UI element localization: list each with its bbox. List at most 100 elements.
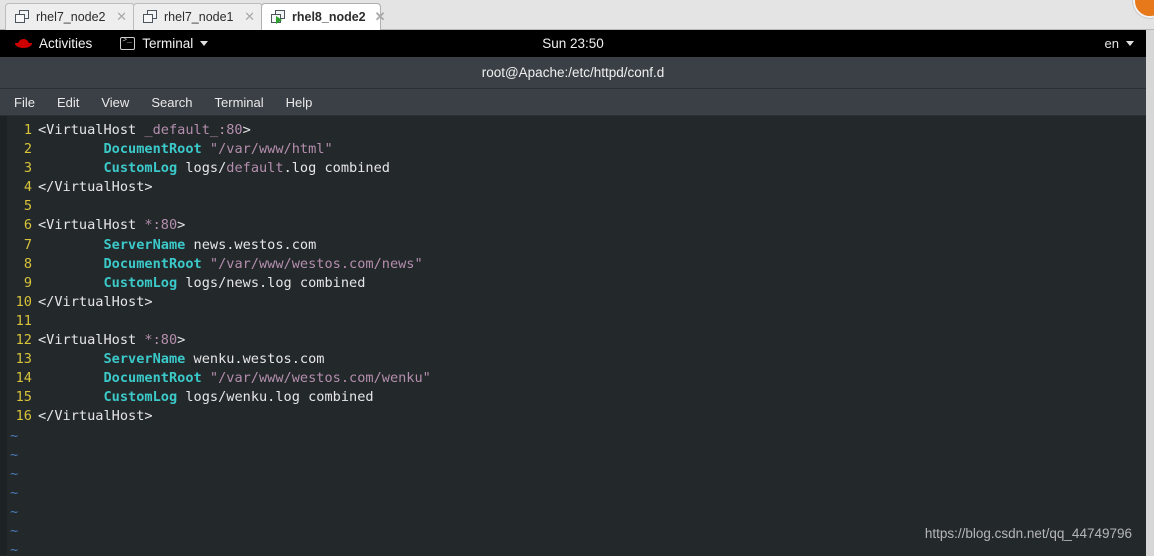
gnome-top-bar-right[interactable]: en xyxy=(1105,36,1134,51)
vm-tab-rhel8_node2[interactable]: rhel8_node2 ✕ xyxy=(261,3,386,30)
activities-button[interactable]: Activities xyxy=(9,34,98,53)
vm-icon xyxy=(143,10,158,24)
vim-token-addr: *:80 xyxy=(144,332,178,349)
vim-line: 2 DocumentRoot "/var/www/html" xyxy=(0,140,1146,159)
vim-line: 12 <VirtualHost *:80> xyxy=(0,331,1146,350)
vim-line: 14 DocumentRoot "/var/www/westos.com/wen… xyxy=(0,369,1146,388)
vm-tab-rhel7_node1[interactable]: rhel7_node1 ✕ xyxy=(133,3,263,30)
close-icon[interactable]: ✕ xyxy=(115,10,129,24)
vim-token-plain: logs/ xyxy=(177,160,227,177)
menu-item-search[interactable]: Search xyxy=(140,95,203,110)
vim-token-str: default xyxy=(226,160,284,177)
menu-item-terminal[interactable]: Terminal xyxy=(204,95,275,110)
vim-token-plain xyxy=(202,370,210,386)
vim-line: 11 xyxy=(0,312,1146,331)
vim-token-plain: logs/news.log combined xyxy=(177,274,366,291)
vim-token-plain: news.westos.com xyxy=(185,236,317,253)
vim-empty-line: ~ xyxy=(0,446,1146,465)
vm-tab-rhel7_node2[interactable]: rhel7_node2 ✕ xyxy=(5,3,135,30)
vim-token-plain xyxy=(38,256,103,272)
screen-root: rhel7_node2 ✕ rhel7_node1 ✕ rhel8_node2 … xyxy=(0,0,1154,556)
vim-token-tag: > xyxy=(177,217,186,234)
vim-line: 10 </VirtualHost> xyxy=(0,293,1146,312)
vim-token-addr: *:80 xyxy=(144,217,178,234)
vim-token-tag: > xyxy=(242,122,251,138)
vim-token-dir: CustomLog xyxy=(103,274,178,291)
vim-line: 15 CustomLog logs/wenku.log combined xyxy=(0,388,1146,407)
menu-item-view[interactable]: View xyxy=(90,95,140,110)
vim-line: 9 CustomLog logs/news.log combined xyxy=(0,274,1146,293)
vim-token-plain xyxy=(38,370,103,386)
vim-token-plain: .log combined xyxy=(283,160,390,177)
menu-bar: File Edit View Search Terminal Help xyxy=(0,89,1146,116)
editor-left-strip xyxy=(0,116,7,555)
vim-token-tag: <VirtualHost xyxy=(38,217,145,234)
vim-token-dir: ServerName xyxy=(103,351,186,368)
vim-token-tag: <VirtualHost xyxy=(38,332,145,349)
vim-token-plain xyxy=(38,275,103,291)
vim-token-plain: wenku.westos.com xyxy=(185,351,325,368)
vim-token-tag: <VirtualHost xyxy=(38,122,145,138)
vim-line: 13 ServerName wenku.westos.com xyxy=(0,350,1146,369)
close-icon[interactable]: ✕ xyxy=(243,10,257,24)
vim-token-dir: CustomLog xyxy=(103,389,178,406)
vim-token-tag: </VirtualHost> xyxy=(38,179,153,196)
vim-token-tag: </VirtualHost> xyxy=(38,408,153,425)
vim-token-str: "/var/www/html" xyxy=(209,141,333,158)
terminal-window: root@Apache:/etc/httpd/conf.d File Edit … xyxy=(0,57,1146,556)
vm-tab-label: rhel7_node2 xyxy=(36,10,106,24)
window-right-edge xyxy=(1146,30,1154,556)
app-menu-terminal[interactable]: Terminal xyxy=(120,36,209,51)
vm-icon-running xyxy=(271,10,286,24)
corner-button-region xyxy=(1124,0,1154,30)
vim-empty-line: ~ xyxy=(0,427,1146,446)
vim-line: 3 CustomLog logs/default.log combined xyxy=(0,159,1146,178)
vim-line: 4 </VirtualHost> xyxy=(0,178,1146,197)
vim-empty-line: ~ xyxy=(0,503,1146,522)
watermark: https://blog.csdn.net/qq_44749796 xyxy=(924,525,1132,541)
vim-token-dir: ServerName xyxy=(103,236,186,253)
menu-item-file[interactable]: File xyxy=(12,95,46,110)
vim-token-tag: </VirtualHost> xyxy=(38,293,153,310)
chevron-down-icon xyxy=(1126,41,1134,46)
vim-token-dir: DocumentRoot xyxy=(103,141,202,158)
vim-token-dir: DocumentRoot xyxy=(103,255,202,272)
redhat-logo-icon xyxy=(15,37,32,50)
vm-tab-strip: rhel7_node2 ✕ rhel7_node1 ✕ rhel8_node2 … xyxy=(0,0,1154,30)
vm-tab-label: rhel8_node2 xyxy=(292,10,366,24)
vim-token-dir: DocumentRoot xyxy=(103,370,202,387)
vim-token-str: "/var/www/westos.com/wenku" xyxy=(209,370,431,387)
vim-line: 1 <VirtualHost _default_:80> xyxy=(0,121,1146,140)
gnome-top-bar: Activities Terminal Sun 23:50 en xyxy=(0,30,1146,57)
terminal-icon xyxy=(120,36,136,50)
vim-empty-line: ~ xyxy=(0,541,1146,555)
vm-tab-label: rhel7_node1 xyxy=(164,10,234,24)
chevron-down-icon xyxy=(200,41,209,46)
orange-circle-button[interactable] xyxy=(1133,0,1154,18)
vim-token-plain xyxy=(38,351,103,367)
vim-token-addr: _default_:80 xyxy=(144,122,243,138)
vim-line: 6 <VirtualHost *:80> xyxy=(0,216,1146,235)
gnome-top-bar-left: Activities Terminal xyxy=(0,34,209,53)
vim-token-plain xyxy=(202,256,210,272)
window-titlebar: root@Apache:/etc/httpd/conf.d xyxy=(0,57,1146,89)
vim-token-plain xyxy=(38,141,103,157)
app-menu-label: Terminal xyxy=(142,36,194,51)
vim-editor-area[interactable]: 1 <VirtualHost _default_:80> 2 DocumentRoo… xyxy=(0,116,1146,555)
menu-item-edit[interactable]: Edit xyxy=(46,95,90,110)
vim-empty-line: ~ xyxy=(0,465,1146,484)
vim-line: 8 DocumentRoot "/var/www/westos.com/news… xyxy=(0,255,1146,274)
vim-empty-line: ~ xyxy=(0,484,1146,503)
vim-token-plain xyxy=(38,160,103,176)
activities-label: Activities xyxy=(39,36,93,51)
vim-token-plain xyxy=(38,389,103,405)
vim-line: 5 xyxy=(0,197,1146,216)
vim-line: 7 ServerName news.westos.com xyxy=(0,236,1146,255)
vim-buffer: 1 <VirtualHost _default_:80> 2 DocumentRoo… xyxy=(0,121,1146,555)
vim-token-dir: CustomLog xyxy=(103,160,178,177)
close-icon[interactable]: ✕ xyxy=(375,10,386,24)
menu-item-help[interactable]: Help xyxy=(275,95,324,110)
vim-token-str: "/var/www/westos.com/news" xyxy=(209,255,423,272)
vim-token-plain: logs/wenku.log combined xyxy=(177,389,374,406)
vim-token-plain xyxy=(38,237,103,253)
